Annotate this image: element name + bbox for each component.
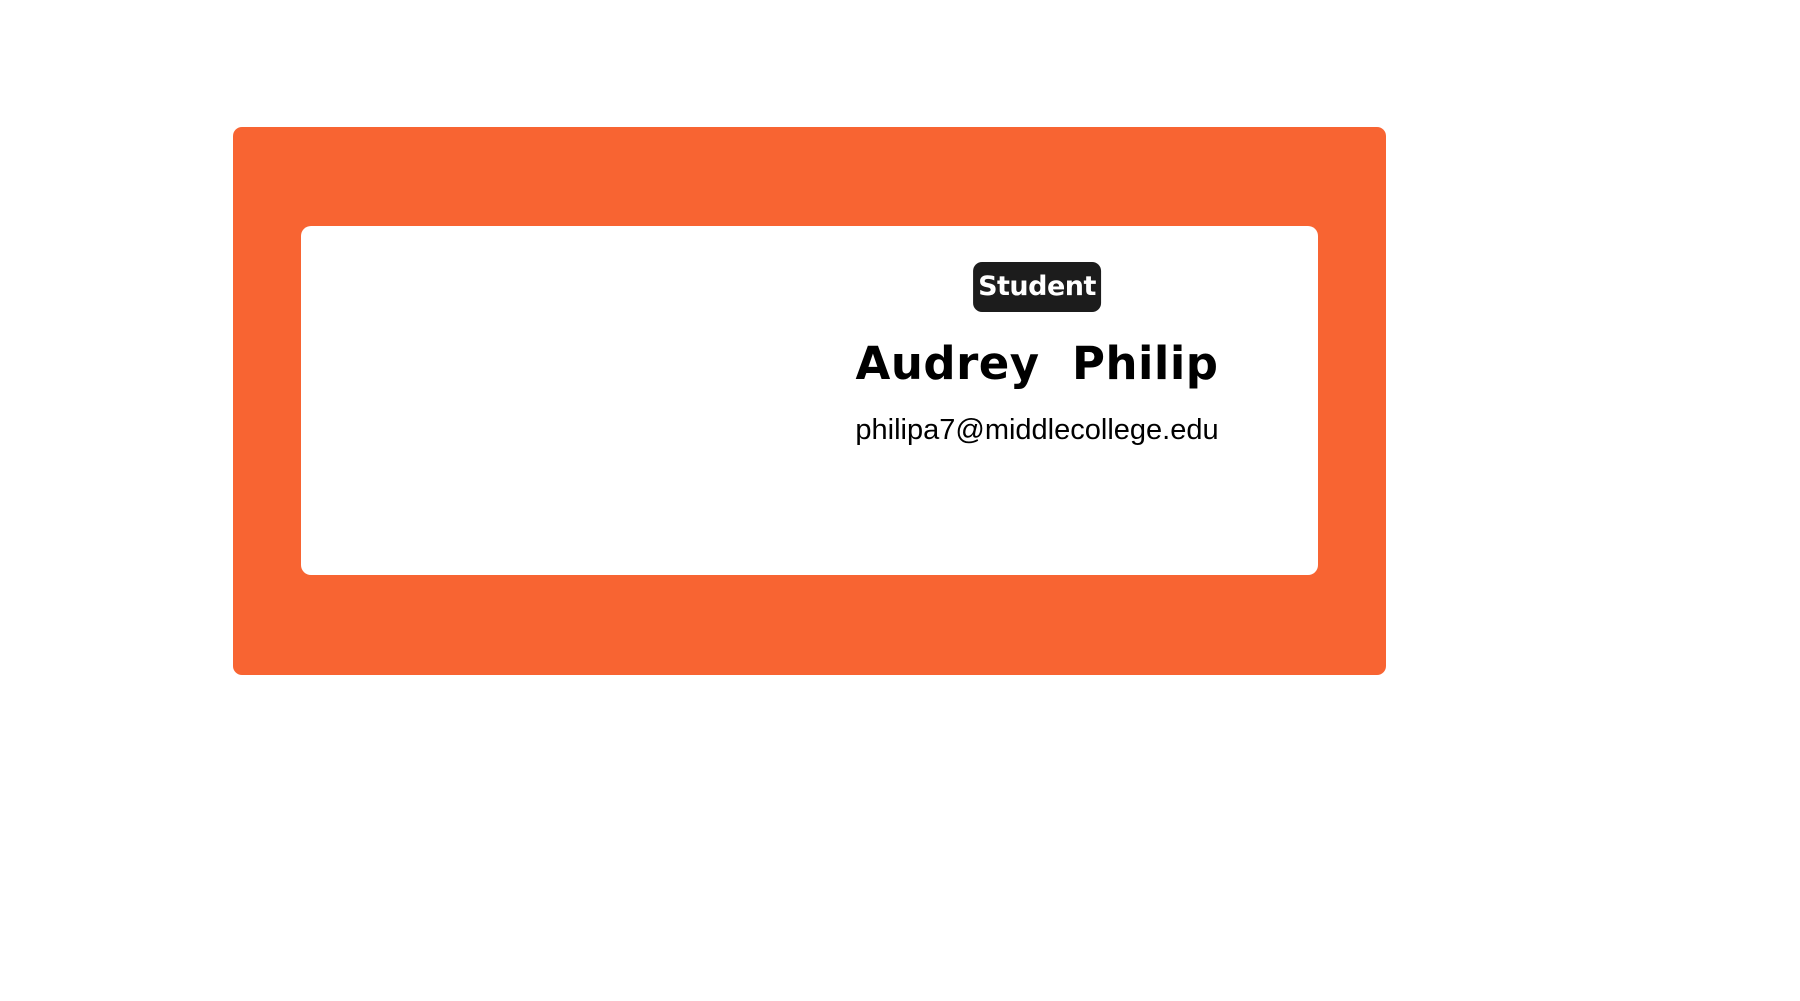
person-name: Audrey Philip	[855, 337, 1219, 390]
id-card-frame: Student Audrey Philip philipa7@middlecol…	[233, 127, 1386, 675]
id-card-info: Student Audrey Philip philipa7@middlecol…	[855, 226, 1219, 575]
page-canvas: Student Audrey Philip philipa7@middlecol…	[0, 0, 1800, 1001]
role-badge: Student	[973, 262, 1101, 312]
person-email: philipa7@middlecollege.edu	[855, 414, 1219, 446]
id-card-content: Student Audrey Philip philipa7@middlecol…	[301, 226, 1318, 575]
